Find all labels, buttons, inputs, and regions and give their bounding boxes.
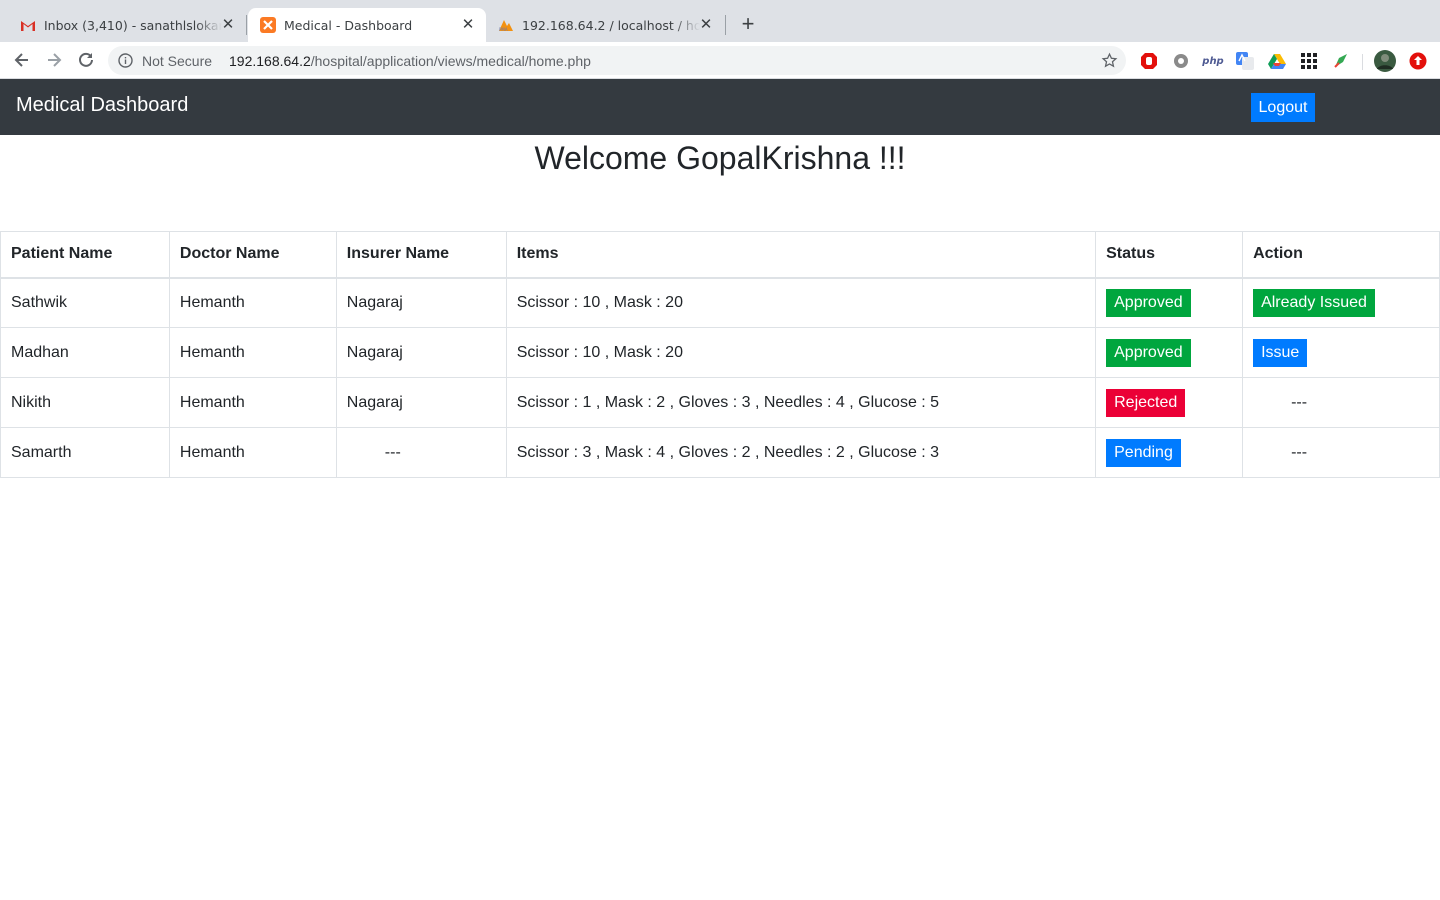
no-action-placeholder: ---	[1291, 393, 1308, 411]
browser-toolbar: Not Secure 192.168.64.2/hospital/applica…	[0, 42, 1440, 79]
tab-inbox[interactable]: Inbox (3,410) - sanathlslokanath ✕	[8, 8, 246, 42]
close-tab-icon[interactable]: ✕	[460, 16, 476, 32]
address-bar[interactable]: Not Secure 192.168.64.2/hospital/applica…	[108, 46, 1126, 75]
tab-title: 192.168.64.2 / localhost / hospital	[522, 17, 700, 33]
table-row: Madhan Hemanth Nagaraj Scissor : 10 , Ma…	[0, 327, 1440, 378]
patient-name-cell: Sathwik	[0, 277, 170, 328]
navbar-brand[interactable]: Medical Dashboard	[16, 94, 188, 117]
bookmark-star-icon[interactable]	[1101, 52, 1118, 74]
no-insurer-placeholder: ---	[384, 443, 401, 461]
doctor-name-cell: Hemanth	[168, 427, 337, 478]
profile-avatar[interactable]	[1374, 50, 1396, 72]
forward-arrow-icon[interactable]	[44, 50, 64, 70]
insurer-name-cell: ---	[335, 427, 507, 478]
column-header-doctor: Doctor Name	[168, 231, 337, 279]
adblock-icon[interactable]	[1139, 51, 1159, 71]
action-cell: ---	[1242, 427, 1440, 478]
url-path: /hospital/application/views/medical/home…	[310, 53, 591, 69]
gear-extension-icon[interactable]	[1171, 51, 1191, 71]
insurer-name-cell: Nagaraj	[335, 277, 507, 328]
reload-icon[interactable]	[76, 50, 96, 70]
patient-name-cell: Samarth	[0, 427, 170, 478]
insurer-name-cell: Nagaraj	[335, 327, 507, 378]
app-navbar: Medical Dashboard Logout	[0, 79, 1440, 135]
new-tab-button[interactable]: +	[736, 13, 760, 37]
items-cell: Scissor : 10 , Mask : 20	[505, 277, 1097, 328]
info-icon[interactable]	[118, 53, 133, 73]
already-issued-badge: Already Issued	[1253, 288, 1375, 317]
doctor-name-cell: Hemanth	[168, 277, 337, 328]
security-label: Not Secure	[142, 53, 213, 69]
doctor-name-cell: Hemanth	[168, 377, 337, 428]
update-icon[interactable]	[1408, 51, 1428, 71]
phpmyadmin-icon: PMA	[498, 17, 514, 33]
back-arrow-icon[interactable]	[12, 50, 32, 70]
patient-name-cell: Madhan	[0, 327, 170, 378]
doctor-name-cell: Hemanth	[168, 327, 337, 378]
status-cell: Approved	[1095, 277, 1244, 328]
status-cell: Approved	[1095, 327, 1244, 378]
tab-phpmyadmin[interactable]: PMA 192.168.64.2 / localhost / hospital …	[486, 8, 724, 42]
items-cell: Scissor : 1 , Mask : 2 , Gloves : 3 , Ne…	[505, 377, 1097, 428]
table-row: Sathwik Hemanth Nagaraj Scissor : 10 , M…	[0, 277, 1440, 328]
status-badge-approved: Approved	[1106, 288, 1191, 317]
requests-table: Patient Name Doctor Name Insurer Name It…	[0, 231, 1440, 478]
browser-tab-strip: Inbox (3,410) - sanathlslokanath ✕ Medic…	[0, 0, 1440, 42]
apps-grid-icon[interactable]	[1299, 51, 1319, 71]
no-action-placeholder: ---	[1291, 443, 1308, 461]
url-text[interactable]: 192.168.64.2/hospital/application/views/…	[229, 53, 591, 69]
status-badge-rejected: Rejected	[1106, 388, 1186, 417]
logout-button[interactable]: Logout	[1251, 93, 1315, 122]
tab-medical-dashboard[interactable]: Medical - Dashboard ✕	[248, 8, 486, 42]
table-row: Nikith Hemanth Nagaraj Scissor : 1 , Mas…	[0, 377, 1440, 428]
xampp-icon	[260, 17, 276, 33]
column-header-insurer: Insurer Name	[335, 231, 507, 279]
google-translate-icon[interactable]	[1235, 51, 1255, 71]
tab-title: Medical - Dashboard	[284, 17, 413, 33]
items-cell: Scissor : 10 , Mask : 20	[505, 327, 1097, 378]
insurer-name-cell: Nagaraj	[335, 377, 507, 428]
action-cell: ---	[1242, 377, 1440, 428]
close-tab-icon[interactable]: ✕	[220, 16, 236, 32]
status-cell: Pending	[1095, 427, 1244, 478]
rocket-extension-icon[interactable]	[1331, 51, 1351, 71]
tab-title: Inbox (3,410) - sanathlslokanath	[44, 17, 222, 33]
column-header-action: Action	[1242, 231, 1440, 279]
items-cell: Scissor : 3 , Mask : 4 , Gloves : 2 , Ne…	[505, 427, 1097, 478]
status-cell: Rejected	[1095, 377, 1244, 428]
action-cell: Already Issued	[1242, 277, 1440, 328]
php-extension-icon[interactable]: php	[1202, 51, 1223, 71]
status-badge-pending: Pending	[1106, 438, 1181, 467]
patient-name-cell: Nikith	[0, 377, 170, 428]
issue-button[interactable]: Issue	[1253, 338, 1308, 367]
action-cell: Issue	[1242, 327, 1440, 378]
column-header-items: Items	[505, 231, 1097, 279]
url-host: 192.168.64.2	[229, 53, 311, 69]
close-tab-icon[interactable]: ✕	[698, 16, 714, 32]
drive-extension-icon[interactable]	[1267, 51, 1287, 71]
column-header-patient: Patient Name	[0, 231, 170, 279]
welcome-heading: Welcome GopalKrishna !!!	[534, 140, 906, 176]
table-row: Samarth Hemanth --- Scissor : 3 , Mask :…	[0, 427, 1440, 478]
status-badge-approved: Approved	[1106, 338, 1191, 367]
svg-text:PMA: PMA	[499, 27, 508, 32]
table-header-row: Patient Name Doctor Name Insurer Name It…	[0, 231, 1440, 279]
column-header-status: Status	[1095, 231, 1244, 279]
gmail-icon	[20, 17, 36, 33]
